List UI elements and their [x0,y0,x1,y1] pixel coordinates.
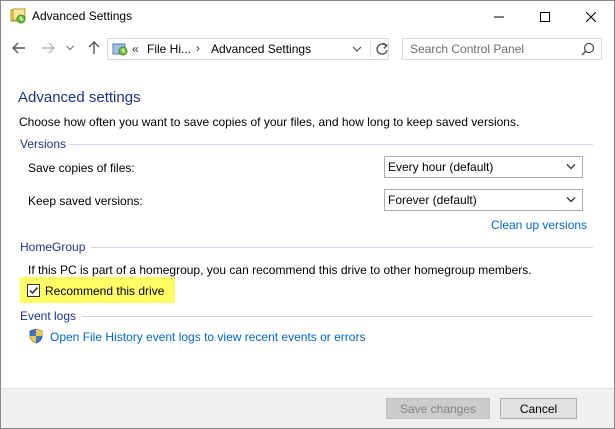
address-bar[interactable]: « File Hi... › Advanced Settings [107,38,389,60]
save-changes-button[interactable]: Save changes [386,398,490,419]
versions-divider [69,144,593,145]
breadcrumb-separator[interactable]: › [196,41,200,55]
homegroup-divider [91,247,593,248]
checkmark-icon [29,287,39,295]
title-bar[interactable]: Advanced Settings [1,1,614,32]
event-logs-divider [82,316,593,317]
event-logs-link[interactable]: Open File History event logs to view rec… [50,330,365,344]
minimize-button[interactable] [476,1,522,32]
breadcrumb-advanced-settings[interactable]: Advanced Settings [211,42,311,56]
breadcrumb-file-history[interactable]: File Hi... [147,42,191,56]
recommend-drive-checkbox[interactable] [27,284,40,297]
file-history-app-icon [10,8,26,24]
close-button[interactable] [568,1,614,32]
maximize-icon [540,11,550,22]
save-copies-value: Every hour (default) [388,160,494,174]
arrow-left-icon [12,42,25,54]
refresh-icon[interactable] [370,41,390,57]
homegroup-description: If this PC is part of a homegroup, you c… [28,263,532,277]
event-logs-group-label: Event logs [20,309,77,323]
recent-locations-button[interactable] [65,39,75,57]
forward-button[interactable] [39,39,57,57]
arrow-up-icon [88,41,100,54]
intro-text: Choose how often you want to save copies… [19,115,520,129]
footer-bar: Save changes Cancel [1,388,614,428]
chevron-down-icon [566,197,576,203]
address-overflow[interactable]: « [132,42,139,56]
clean-up-versions-link[interactable]: Clean up versions [491,218,587,232]
back-button[interactable] [10,39,28,57]
chevron-down-icon [66,45,74,51]
keep-versions-dropdown[interactable]: Forever (default) [384,189,583,211]
chevron-down-icon[interactable] [351,43,363,55]
chevron-down-icon [566,164,576,170]
close-icon [586,11,596,22]
cancel-button[interactable]: Cancel [500,398,577,419]
versions-group-label: Versions [20,137,67,151]
search-input[interactable]: Search Control Panel [402,38,602,60]
up-button[interactable] [85,39,103,57]
homegroup-group-label: HomeGroup [20,240,86,254]
search-icon [581,42,595,56]
window-title: Advanced Settings [32,9,133,23]
minimize-icon [494,16,504,17]
maximize-button[interactable] [522,1,568,32]
keep-versions-value: Forever (default) [388,193,477,207]
page-title: Advanced settings [18,89,141,106]
search-placeholder: Search Control Panel [410,42,525,56]
uac-shield-icon [29,328,43,344]
navigation-bar: « File Hi... › Advanced Settings Search … [1,32,614,64]
recommend-drive-label[interactable]: Recommend this drive [45,284,164,298]
advanced-settings-window: Advanced Settings « File Hi... › Advance… [0,0,615,429]
save-copies-label: Save copies of files: [28,161,135,175]
control-panel-icon [112,43,128,56]
keep-versions-label: Keep saved versions: [28,194,143,208]
save-copies-dropdown[interactable]: Every hour (default) [384,156,583,178]
arrow-right-icon [42,42,55,54]
